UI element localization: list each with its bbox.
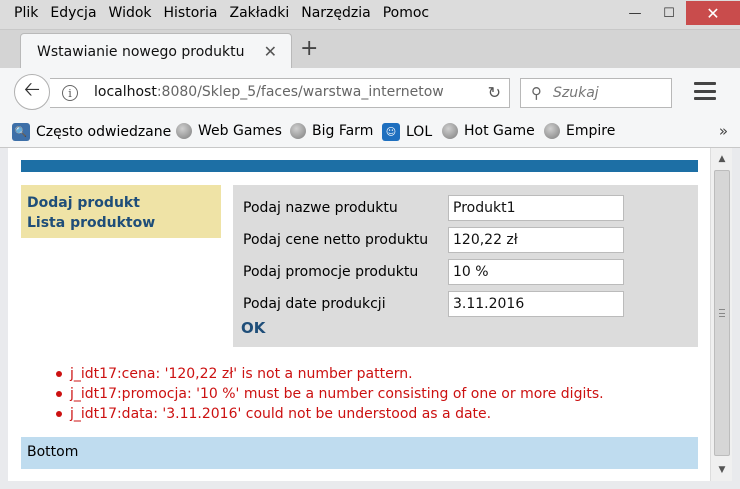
bookmark-label: Empire [566, 123, 616, 139]
minimize-icon[interactable]: — [618, 1, 652, 25]
menu-pomoc[interactable]: Pomoc [377, 5, 435, 21]
link-lista-produktow[interactable]: Lista produktow [27, 213, 215, 233]
label-data: Podaj date produkcji [243, 296, 386, 312]
search-bar[interactable]: ⚲ Szukaj [520, 78, 672, 108]
bookmark-hot-game[interactable]: Hot Game [442, 123, 535, 139]
bookmark-label: LOL [406, 124, 433, 140]
bookmark-lol[interactable]: ☺ LOL [382, 123, 432, 141]
page-viewport: Dodaj produkt Lista produktow Podaj nazw… [8, 148, 710, 481]
scroll-thumb[interactable] [714, 170, 730, 456]
globe-icon [544, 123, 560, 139]
input-nazwa[interactable] [448, 195, 624, 221]
nav-bar: 🡠 i localhost:8080/Sklep_5/faces/warstwa… [0, 68, 740, 116]
form-row-nazwa: Podaj nazwe produktu [243, 195, 693, 221]
bookmark-czesto-odwiedzane[interactable]: 🔍 Często odwiedzane [12, 123, 171, 141]
lol-icon: ☺ [382, 123, 400, 141]
menu-bar: Plik Edycja Widok Historia Zakładki Narz… [0, 0, 740, 30]
ok-button[interactable]: OK [241, 319, 265, 337]
bookmarks-toolbar: 🔍 Często odwiedzane Web Games Big Farm ☺… [0, 116, 740, 148]
menu-historia[interactable]: Historia [158, 5, 224, 21]
error-message: j_idt17:data: '3.11.2016' could not be u… [48, 404, 604, 424]
bookmark-web-games[interactable]: Web Games [176, 123, 282, 139]
reload-icon[interactable]: ↻ [488, 83, 501, 102]
page-footer: Bottom [21, 437, 698, 469]
info-icon[interactable]: i [62, 85, 78, 101]
globe-icon [290, 123, 306, 139]
bookmark-label: Często odwiedzane [36, 124, 172, 140]
hamburger-menu-icon[interactable] [694, 82, 716, 100]
bookmark-folder-icon: 🔍 [12, 123, 30, 141]
window-controls: — ☐ ✕ [618, 0, 740, 26]
error-list: j_idt17:cena: '120,22 zł' is not a numbe… [48, 364, 604, 424]
label-promocja: Podaj promocje produktu [243, 264, 419, 280]
error-message: j_idt17:cena: '120,22 zł' is not a numbe… [48, 364, 604, 384]
input-data[interactable] [448, 291, 624, 317]
scroll-down-icon[interactable]: ▼ [711, 461, 733, 479]
tab-strip: Wstawianie nowego produktu ✕ + [0, 30, 740, 68]
tab-close-icon[interactable]: ✕ [264, 42, 277, 61]
chevron-more-icon[interactable]: » [719, 122, 728, 140]
error-message: j_idt17:promocja: '10 %' must be a numbe… [48, 384, 604, 404]
label-nazwa: Podaj nazwe produktu [243, 200, 398, 216]
label-cena: Podaj cene netto produktu [243, 232, 429, 248]
menu-narzedzia[interactable]: Narzędzia [295, 5, 376, 21]
form-row-cena: Podaj cene netto produktu [243, 227, 693, 253]
bookmark-label: Hot Game [464, 123, 535, 139]
bookmark-empire[interactable]: Empire [544, 123, 615, 139]
url-host: localhost [94, 84, 157, 100]
bookmark-label: Web Games [198, 123, 282, 139]
bookmark-label: Big Farm [312, 123, 374, 139]
menu-zakladki[interactable]: Zakładki [224, 5, 296, 21]
url-path: :8080/Sklep_5/faces/warstwa_internetowa_… [156, 84, 444, 100]
bookmark-big-farm[interactable]: Big Farm [290, 123, 373, 139]
product-form: Podaj nazwe produktu Podaj cene netto pr… [233, 185, 698, 347]
grip-icon [719, 309, 725, 317]
vertical-scrollbar[interactable]: ▲ ▼ [710, 148, 732, 481]
link-dodaj-produkt[interactable]: Dodaj produkt [27, 193, 215, 213]
new-tab-icon[interactable]: + [300, 36, 318, 61]
page-header-bar [21, 160, 698, 172]
scroll-up-icon[interactable]: ▲ [711, 150, 733, 168]
close-window-icon[interactable]: ✕ [686, 1, 740, 25]
menu-items: Plik Edycja Widok Historia Zakładki Narz… [8, 5, 435, 21]
menu-edycja[interactable]: Edycja [44, 5, 102, 21]
search-icon: ⚲ [531, 84, 542, 102]
menu-plik[interactable]: Plik [8, 5, 44, 21]
menu-widok[interactable]: Widok [103, 5, 158, 21]
maximize-icon[interactable]: ☐ [652, 1, 686, 25]
globe-icon [442, 123, 458, 139]
tab-title: Wstawianie nowego produktu [37, 44, 245, 60]
back-arrow-icon[interactable]: 🡠 [14, 74, 50, 110]
form-row-promocja: Podaj promocje produktu [243, 259, 693, 285]
input-promocja[interactable] [448, 259, 624, 285]
url-text[interactable]: localhost:8080/Sklep_5/faces/warstwa_int… [94, 84, 444, 100]
tab-active[interactable]: Wstawianie nowego produktu ✕ [20, 33, 292, 68]
form-row-data: Podaj date produkcji [243, 291, 693, 317]
search-placeholder: Szukaj [553, 85, 599, 101]
input-cena[interactable] [448, 227, 624, 253]
left-menu: Dodaj produkt Lista produktow [21, 185, 221, 238]
globe-icon [176, 123, 192, 139]
url-bar[interactable]: i localhost:8080/Sklep_5/faces/warstwa_i… [50, 78, 510, 108]
